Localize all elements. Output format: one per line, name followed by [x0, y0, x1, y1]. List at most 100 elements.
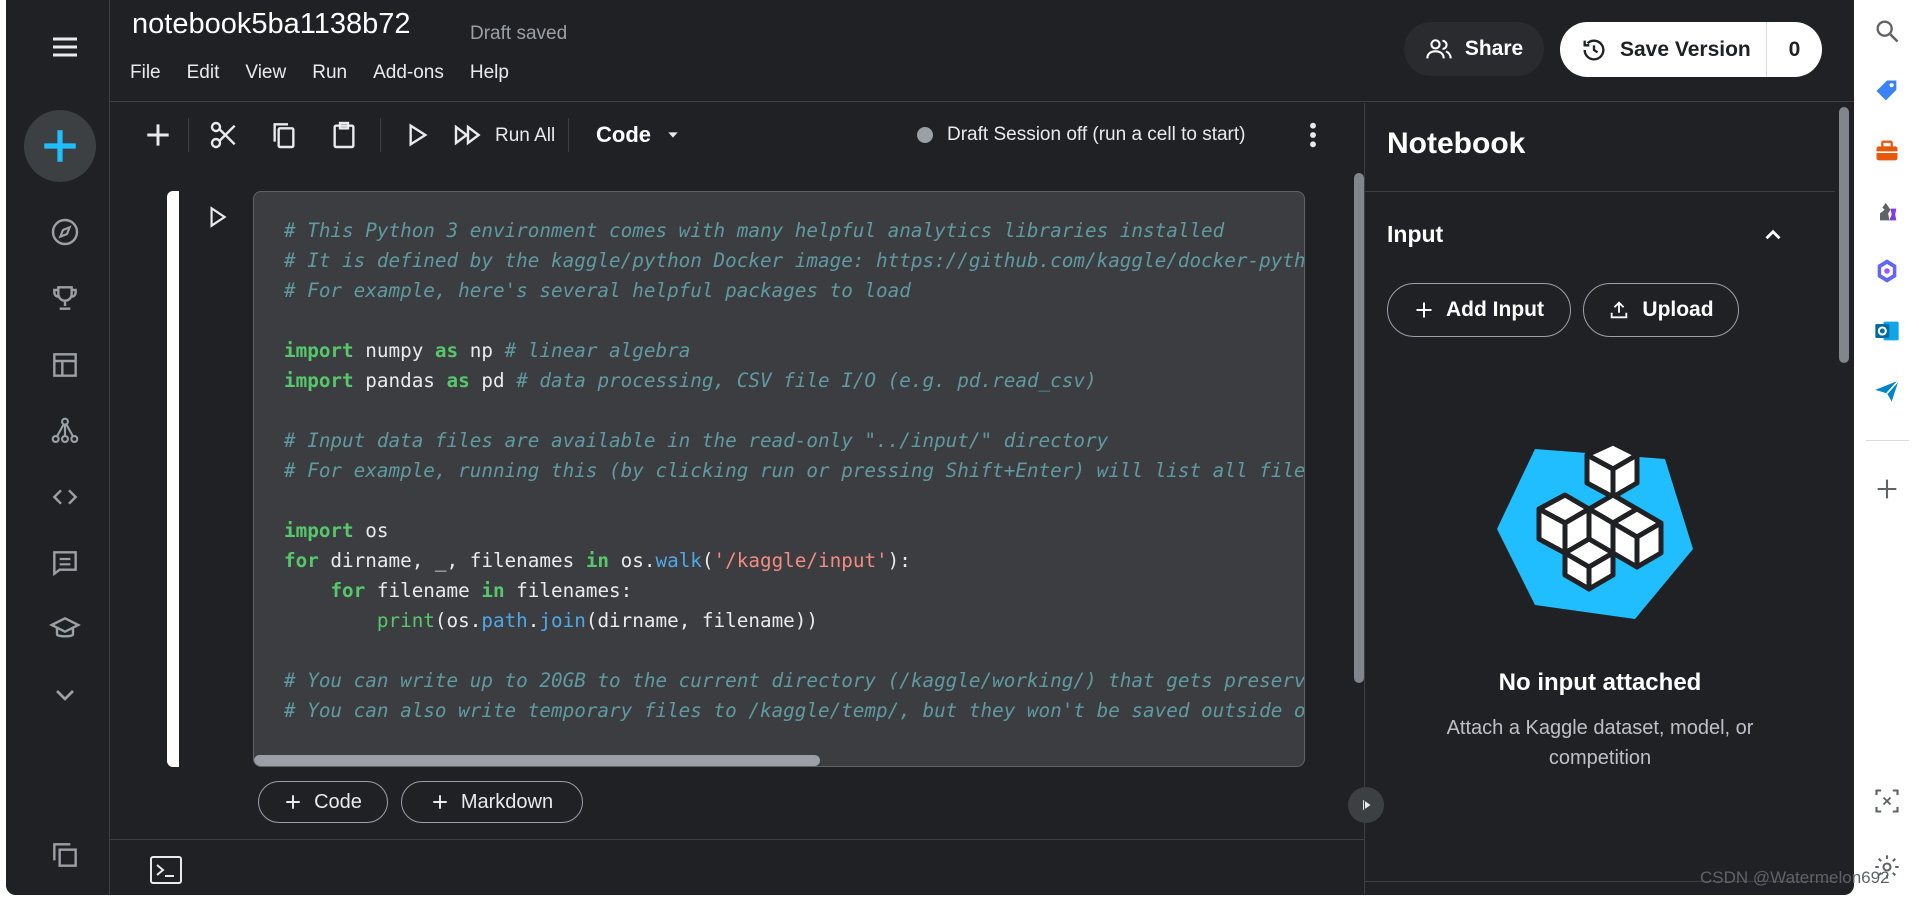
code-line[interactable]: for dirname, _, filenames in os.walk('/k…	[284, 546, 1304, 576]
cell-type-select[interactable]: Code	[596, 122, 681, 148]
code-line[interactable]: # For example, here's several helpful pa…	[284, 276, 1304, 306]
code-content[interactable]: # This Python 3 environment comes with m…	[284, 216, 1304, 726]
learn-icon[interactable]	[40, 604, 90, 654]
chess-icon[interactable]	[1872, 196, 1902, 226]
save-version-main[interactable]: Save Version	[1560, 22, 1767, 77]
divider	[1866, 440, 1909, 441]
input-section-title[interactable]: Input	[1387, 221, 1443, 248]
trophy-icon[interactable]	[40, 273, 90, 323]
cell-type-label: Code	[596, 122, 651, 147]
copy-cell-icon[interactable]	[266, 117, 302, 153]
code-line[interactable]: # You can also write temporary files to …	[284, 696, 1304, 726]
cut-icon[interactable]	[206, 117, 242, 153]
code-line[interactable]: for filename in filenames:	[284, 576, 1304, 606]
share-label: Share	[1464, 37, 1524, 60]
table-icon[interactable]	[40, 340, 90, 390]
menu-addons[interactable]: Add-ons	[373, 62, 458, 84]
add-markdown-cell-button[interactable]: Markdown	[401, 781, 583, 823]
run-all-button[interactable]: Run All	[495, 125, 555, 147]
session-status[interactable]: Draft Session off (run a cell to start)	[947, 124, 1246, 146]
kaggle-notebook-app: notebook5ba1138b72 Draft saved File Edit…	[6, 0, 1854, 895]
screenshot-icon[interactable]	[1872, 786, 1902, 816]
models-icon[interactable]	[40, 406, 90, 456]
chevron-up-icon[interactable]	[1757, 219, 1789, 251]
caret-down-icon	[668, 132, 678, 138]
compass-icon[interactable]	[40, 207, 90, 257]
more-options-icon[interactable]	[1295, 117, 1331, 153]
save-version-button[interactable]: Save Version 0	[1560, 22, 1822, 77]
code-line[interactable]: ​	[284, 486, 1304, 516]
create-button[interactable]	[24, 110, 96, 182]
share-button[interactable]: Share	[1404, 22, 1544, 76]
paste-icon[interactable]	[326, 117, 362, 153]
code-editor[interactable]: # This Python 3 environment comes with m…	[253, 191, 1305, 767]
notebook-toolbar: Run All Code Draft Session off (run a ce…	[110, 103, 1364, 167]
code-icon[interactable]	[40, 472, 90, 522]
bottom-bar	[110, 839, 1364, 895]
run-cell-button[interactable]	[201, 201, 233, 233]
history-icon	[1583, 39, 1605, 61]
code-line[interactable]: ​	[284, 636, 1304, 666]
add-code-cell-button[interactable]: Code	[258, 781, 388, 823]
empty-state-description: Attach a Kaggle dataset, model, or compe…	[1446, 717, 1754, 769]
toolbar-divider	[380, 118, 381, 152]
menu-run[interactable]: Run	[312, 62, 361, 84]
code-line[interactable]: ​	[284, 396, 1304, 426]
notebook-header: notebook5ba1138b72 Draft saved File Edit…	[110, 0, 1854, 102]
toolbar-divider	[188, 118, 189, 152]
horizontal-scrollbar[interactable]	[254, 755, 820, 766]
add-cell-icon[interactable]	[140, 117, 176, 153]
tag-icon[interactable]	[1872, 76, 1902, 106]
menu-help[interactable]: Help	[470, 62, 523, 84]
menu-edit[interactable]: Edit	[187, 62, 234, 84]
search-icon[interactable]	[1872, 16, 1902, 46]
left-rail	[6, 0, 110, 895]
notebook-side-panel: Notebook Input Add Input Upload No input…	[1364, 103, 1854, 895]
watermark: CSDN @Watermelon692	[1700, 868, 1890, 887]
code-line[interactable]: # It is defined by the kaggle/python Doc…	[284, 246, 1304, 276]
plus-icon	[286, 795, 300, 809]
menu-bar: File Edit View Run Add-ons Help	[130, 62, 535, 84]
version-count[interactable]: 0	[1767, 38, 1822, 62]
add-code-label: Code	[314, 790, 362, 813]
empty-state-title: No input attached	[1498, 669, 1702, 696]
run-cell-icon[interactable]	[398, 117, 434, 153]
code-line[interactable]: import os	[284, 516, 1304, 546]
menu-view[interactable]: View	[245, 62, 300, 84]
code-line[interactable]: # You can write up to 20GB to the curren…	[284, 666, 1304, 696]
plus-icon	[1416, 302, 1432, 318]
console-icon[interactable]	[150, 856, 182, 884]
panel-scrollbar[interactable]	[1839, 107, 1849, 363]
run-all-icon[interactable]	[450, 117, 486, 153]
copy-icon[interactable]	[40, 830, 90, 880]
save-version-label: Save Version	[1620, 37, 1751, 61]
upload-label: Upload	[1642, 298, 1714, 321]
chevron-down-icon[interactable]	[40, 670, 90, 720]
send-icon[interactable]	[1872, 376, 1902, 406]
code-line[interactable]: print(os.path.join(dirname, filename))	[284, 606, 1304, 636]
code-line[interactable]: import pandas as pd # data processing, C…	[284, 366, 1304, 396]
code-line[interactable]: ​	[284, 306, 1304, 336]
menu-icon[interactable]	[40, 22, 90, 72]
copilot-icon[interactable]	[1872, 256, 1902, 286]
menu-file[interactable]: File	[130, 62, 175, 84]
outlook-icon[interactable]	[1872, 316, 1902, 346]
toolbox-icon[interactable]	[1872, 136, 1902, 166]
code-line[interactable]: # For example, running this (by clicking…	[284, 456, 1304, 486]
vertical-scrollbar[interactable]	[1354, 173, 1364, 683]
session-status-dot	[917, 127, 933, 143]
add-input-button[interactable]: Add Input	[1387, 283, 1571, 337]
code-line[interactable]: # This Python 3 environment comes with m…	[284, 216, 1304, 246]
panel-title: Notebook	[1387, 127, 1526, 160]
add-markdown-label: Markdown	[460, 790, 554, 813]
code-line[interactable]: import numpy as np # linear algebra	[284, 336, 1304, 366]
notebook-title[interactable]: notebook5ba1138b72	[132, 8, 410, 41]
add-icon[interactable]	[1872, 474, 1902, 504]
people-icon	[1426, 39, 1452, 59]
code-line[interactable]: # Input data files are available in the …	[284, 426, 1304, 456]
upload-button[interactable]: Upload	[1583, 283, 1739, 337]
discussion-icon[interactable]	[40, 538, 90, 588]
browser-sidebar	[1856, 0, 1919, 897]
add-input-label: Add Input	[1446, 298, 1544, 321]
code-cell[interactable]: # This Python 3 environment comes with m…	[167, 191, 1305, 767]
